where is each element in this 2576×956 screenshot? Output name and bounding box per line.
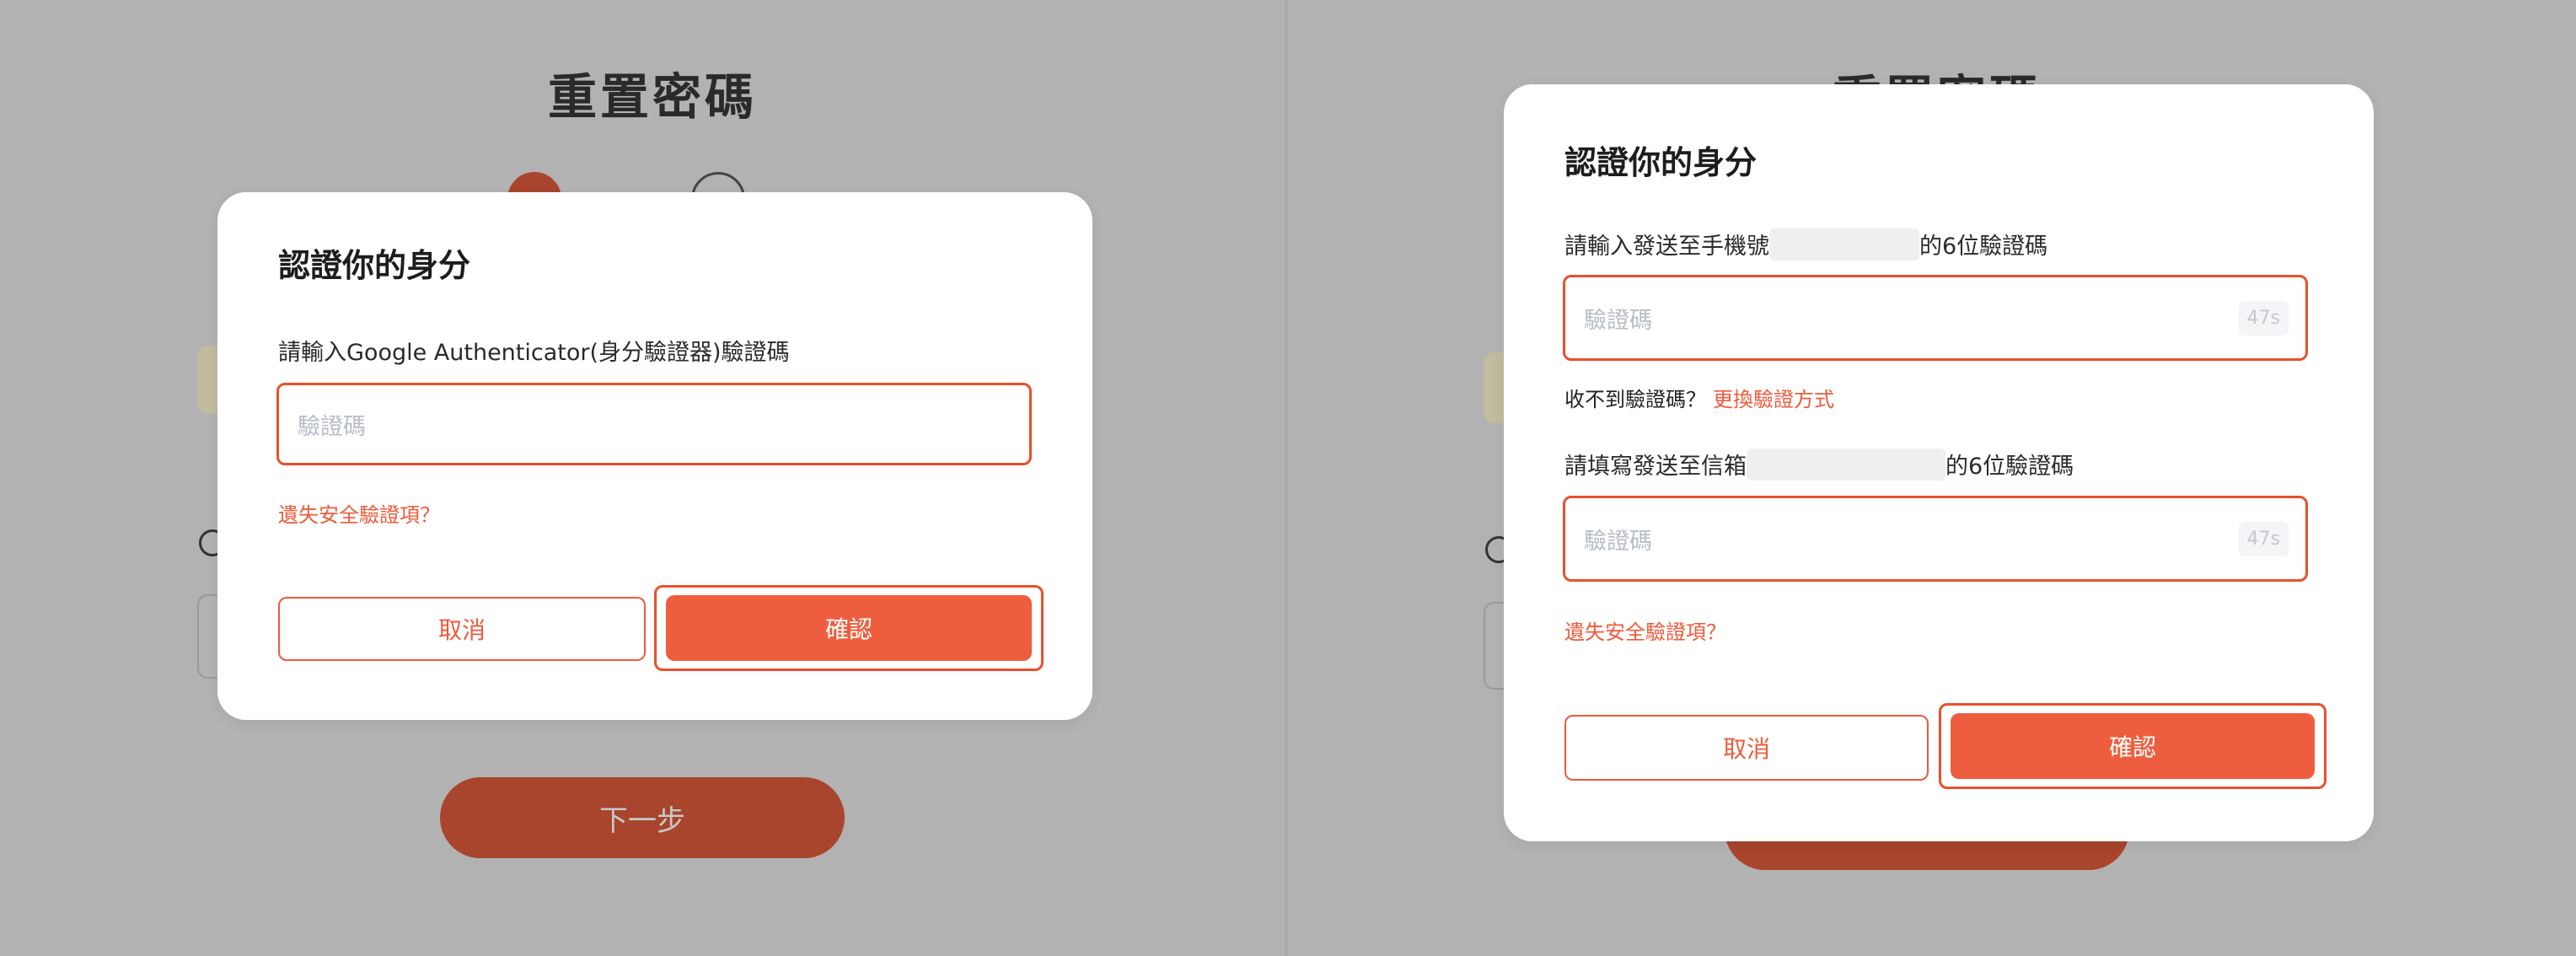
code-placeholder: 驗證碼 [1584, 307, 1652, 334]
phone-code-prompt: 請輸入發送至手機號 的6位驗證碼 [1564, 228, 2047, 260]
right-screen: 重置密碼 認證你的身分 請輸入發送至手機號 的6位驗證碼 驗證碼 47s 收不到… [1288, 0, 2576, 956]
phone-code-input[interactable]: 驗證碼 47s [1563, 275, 2308, 361]
lost-security-item-link[interactable]: 遺失安全驗證項？ [278, 498, 440, 528]
authenticator-prompt: 請輸入Google Authenticator(身分驗證器)驗證碼 [278, 340, 790, 366]
not-received-hint: 收不到驗證碼？ 更換驗證方式 [1564, 383, 1834, 412]
cancel-button[interactable]: 取消 [278, 597, 646, 661]
next-button[interactable]: 下一步 [440, 777, 845, 858]
left-screen: 重置密碼 下一步 認證你的身分 請輸入Google Authenticator(… [0, 0, 1285, 956]
email-code-input[interactable]: 驗證碼 47s [1563, 496, 2308, 582]
dialog-title: 認證你的身分 [1564, 144, 1758, 181]
email-countdown-badge: 47s [2238, 521, 2289, 556]
email-prompt-prefix: 請填寫發送至信箱 [1564, 454, 1747, 480]
email-code-prompt: 請填寫發送至信箱 的6位驗證碼 [1564, 448, 2074, 481]
page-title: 重置密碼 [548, 68, 758, 126]
verify-identity-dialog: 認證你的身分 請輸入Google Authenticator(身分驗證器)驗證碼… [217, 192, 1092, 720]
not-received-text: 收不到驗證碼？ [1564, 388, 1706, 411]
verify-identity-dialog: 認證你的身分 請輸入發送至手機號 的6位驗證碼 驗證碼 47s 收不到驗證碼？ 更… [1504, 84, 2374, 841]
phone-prompt-prefix: 請輸入發送至手機號 [1564, 234, 1769, 260]
email-prompt-suffix: 的6位驗證碼 [1945, 454, 2074, 480]
code-placeholder: 驗證碼 [298, 413, 366, 440]
masked-phone-number [1769, 228, 1919, 260]
cancel-button[interactable]: 取消 [1564, 715, 1929, 781]
authenticator-code-input[interactable]: 驗證碼 [276, 383, 1032, 465]
phone-prompt-suffix: 的6位驗證碼 [1919, 234, 2048, 260]
confirm-button[interactable]: 確認 [1951, 713, 2315, 779]
code-placeholder: 驗證碼 [1584, 528, 1652, 555]
confirm-button[interactable]: 確認 [666, 595, 1032, 661]
dialog-title: 認證你的身分 [278, 247, 471, 284]
masked-email-address [1747, 448, 1945, 481]
lost-security-item-link[interactable]: 遺失安全驗證項？ [1564, 615, 1726, 645]
phone-countdown-badge: 47s [2238, 300, 2289, 336]
switch-method-link[interactable]: 更換驗證方式 [1713, 388, 1834, 411]
